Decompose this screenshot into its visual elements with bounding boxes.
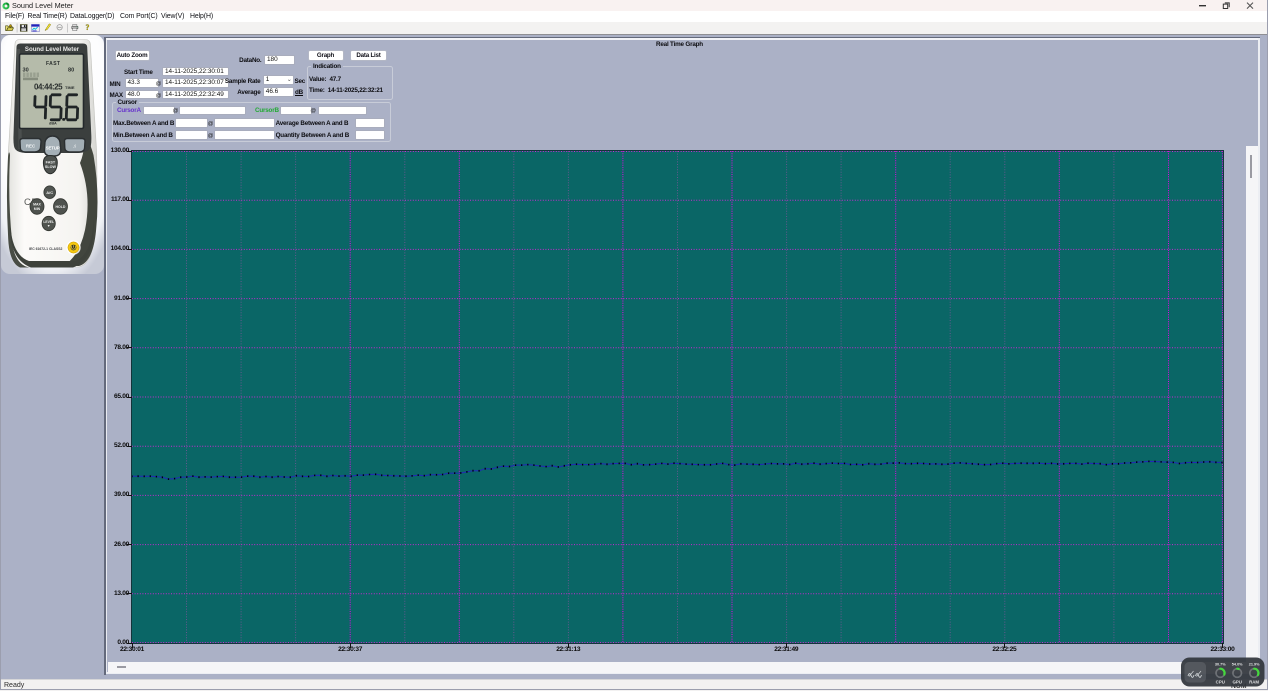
svg-text:Sound Level Meter: Sound Level Meter: [25, 46, 80, 53]
svg-text:SLOW: SLOW: [45, 165, 57, 169]
svg-text:♫: ♫: [73, 144, 77, 150]
svg-text:A/C: A/C: [46, 190, 53, 195]
svg-text:dBA: dBA: [49, 122, 57, 126]
svg-text:SETUP: SETUP: [46, 146, 60, 151]
svg-text:FAST: FAST: [46, 160, 56, 164]
svg-text:TIME: TIME: [65, 85, 75, 90]
svg-text:▼: ▼: [47, 224, 51, 228]
svg-text:MIN: MIN: [34, 207, 41, 211]
svg-text:FAST: FAST: [46, 61, 60, 67]
svg-text:04:44:25: 04:44:25: [34, 82, 63, 91]
svg-text:HOLD: HOLD: [56, 205, 66, 209]
svg-text:REC: REC: [26, 144, 36, 149]
svg-text:IEC 61672-1 CLASS2: IEC 61672-1 CLASS2: [29, 247, 62, 251]
svg-text:?: ?: [86, 23, 90, 32]
svg-text:80: 80: [68, 68, 74, 74]
svg-text:LEVEL: LEVEL: [43, 220, 54, 224]
